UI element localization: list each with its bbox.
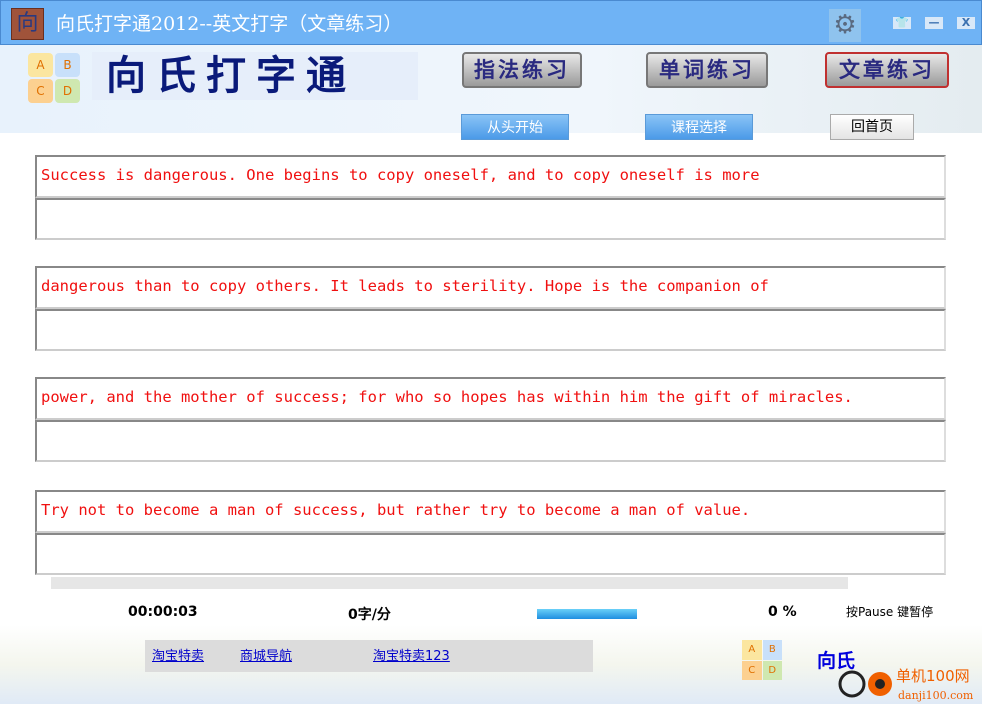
- target-text: Try not to become a man of success, but …: [35, 490, 946, 533]
- brand-title: 向氏打字通: [92, 52, 418, 100]
- window-title: 向氏打字通2012--英文打字（文章练习）: [56, 13, 403, 35]
- svg-text:danji100.com: danji100.com: [898, 689, 974, 702]
- tab-fingering-practice[interactable]: 指法练习: [462, 52, 582, 88]
- course-select-button[interactable]: 课程选择: [645, 114, 753, 140]
- pause-hint: 按Pause 键暂停: [846, 605, 934, 619]
- typing-speed: 0字/分: [348, 607, 391, 623]
- minimize-button[interactable]: —: [925, 17, 943, 29]
- practice-line-2: dangerous than to copy others. It leads …: [35, 266, 946, 351]
- link-taobao-sale[interactable]: 淘宝特卖: [152, 645, 204, 664]
- link-mall-nav[interactable]: 商城导航: [240, 645, 292, 664]
- logo-letter: C: [28, 79, 53, 103]
- watermark-logo: 单机100网 danji100.com: [838, 667, 974, 702]
- settings-gear-icon[interactable]: ⚙: [829, 9, 861, 42]
- progress-bar: [537, 609, 637, 619]
- practice-line-1: Success is dangerous. One begins to copy…: [35, 155, 946, 240]
- typing-input[interactable]: [35, 533, 946, 575]
- typing-input[interactable]: [35, 420, 946, 462]
- progress-percent: 0 %: [768, 604, 797, 620]
- practice-line-4: Try not to become a man of success, but …: [35, 490, 946, 575]
- logo-letter: C: [742, 660, 762, 680]
- title-bar: 向 向氏打字通2012--英文打字（文章练习） ⚙ 👕 — X: [0, 0, 982, 45]
- typing-input[interactable]: [35, 198, 946, 240]
- restart-button[interactable]: 从头开始: [461, 114, 569, 140]
- target-text: power, and the mother of success; for wh…: [35, 377, 946, 420]
- app-icon: 向: [11, 8, 44, 40]
- elapsed-time: 00:00:03: [128, 604, 198, 620]
- logo-letter: D: [762, 660, 782, 680]
- divider: [51, 577, 848, 589]
- logo-letter: B: [762, 640, 782, 660]
- logo-letter: A: [742, 640, 762, 660]
- close-button[interactable]: X: [957, 17, 975, 29]
- home-button[interactable]: 回首页: [830, 114, 914, 140]
- typing-input[interactable]: [35, 309, 946, 351]
- svg-text:单机100网: 单机100网: [896, 667, 970, 685]
- link-taobao-sale-123[interactable]: 淘宝特卖123: [373, 645, 450, 664]
- abcd-logo-small-icon: A B C D: [742, 640, 782, 680]
- target-text: Success is dangerous. One begins to copy…: [35, 155, 946, 198]
- skin-button[interactable]: 👕: [893, 17, 911, 29]
- progress-fill: [537, 609, 637, 619]
- practice-line-3: power, and the mother of success; for wh…: [35, 377, 946, 462]
- link-bar: 淘宝特卖 商城导航 淘宝特卖123: [145, 640, 593, 672]
- target-text: dangerous than to copy others. It leads …: [35, 266, 946, 309]
- tab-word-practice[interactable]: 单词练习: [646, 52, 768, 88]
- abcd-logo-icon: A B C D: [28, 53, 80, 103]
- logo-letter: B: [55, 53, 80, 77]
- logo-letter: D: [55, 79, 80, 103]
- logo-letter: A: [28, 53, 53, 77]
- tab-article-practice[interactable]: 文章练习: [825, 52, 949, 88]
